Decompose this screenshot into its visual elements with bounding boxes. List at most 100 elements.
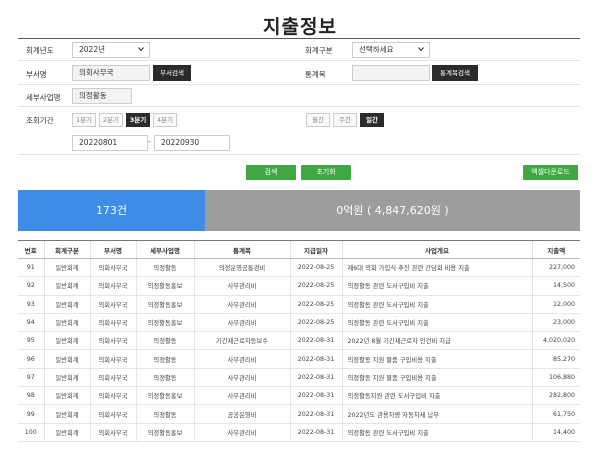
col-header-account: 회계구분 (43, 240, 90, 259)
cell-date: 2022-08-31 (289, 331, 342, 351)
cell-account: 일반회계 (43, 276, 90, 296)
cell-dept: 의회사무국 (89, 276, 136, 296)
cell-summary: 제6대 의회 가입식 추진 관련 간담회 비용 지출 (341, 258, 532, 278)
cell-account: 일반회계 (43, 313, 90, 333)
quarter-2-button[interactable]: 2분기 (99, 113, 123, 127)
summary-bar: 173건 0억원 ( 4,847,620원 ) (18, 190, 580, 231)
result-count: 173건 (18, 190, 205, 231)
col-header-no: 번호 (18, 240, 44, 259)
cell-stat: 사무관리비 (193, 313, 290, 333)
cell-no: 98 (18, 386, 44, 406)
cell-account: 일반회계 (43, 368, 90, 388)
date-separator: - (148, 137, 151, 146)
table-row[interactable]: 94 일반회계 의회사무국 의정활동홍보 사무관리비 2022-08-25 의정… (18, 313, 580, 333)
table-row[interactable]: 95 일반회계 의회사무국 의정활동 기간제근로자등보수 2022-08-31 … (18, 331, 580, 351)
cell-date: 2022-08-31 (289, 349, 342, 369)
table-row[interactable]: 91 일반회계 의회사무국 의정활동 의정운영공통경비 2022-08-25 제… (18, 258, 580, 278)
quarter-3-button[interactable]: 3분기 (126, 113, 150, 127)
year-select-value: 2022년 (79, 45, 105, 54)
cell-date: 2022-08-31 (289, 404, 342, 424)
stat-input[interactable] (352, 65, 430, 81)
cell-stat: 의정운영공통경비 (193, 258, 290, 278)
cell-detail: 의정활동홍보 (135, 313, 194, 333)
table-row[interactable]: 100 일반회계 의회사무국 의정활동홍보 사무관리비 2022-08-31 의… (18, 423, 580, 442)
cell-dept: 의회사무국 (89, 258, 136, 278)
cell-no: 100 (18, 423, 44, 442)
cell-no: 94 (18, 313, 44, 333)
stat-label: 통계목 (305, 70, 326, 79)
cell-detail: 의정활동 (135, 258, 194, 278)
cell-dept: 의회사무국 (89, 404, 136, 424)
col-header-date: 지급일자 (289, 240, 342, 259)
cell-dept: 의회사무국 (89, 368, 136, 388)
cell-amount: 12,000 (531, 295, 580, 314)
cell-stat: 사무관리비 (193, 276, 290, 296)
stat-search-button[interactable]: 통계목검색 (432, 65, 478, 81)
table-row[interactable]: 93 일반회계 의회사무국 의정활동홍보 사무관리비 2022-08-25 의정… (18, 295, 580, 314)
quarter-1-button[interactable]: 1분기 (72, 113, 96, 127)
cell-detail: 의정활동홍보 (135, 295, 194, 314)
cell-no: 91 (18, 258, 44, 278)
cell-summary: 의정활동 관련 도서구입비 지출 (341, 295, 532, 314)
dept-label: 부서명 (26, 70, 47, 79)
cell-date: 2022-08-31 (289, 386, 342, 406)
cell-summary: 의정활동 관련 도서구입비 지출 (341, 313, 532, 333)
chevron-down-icon (418, 46, 424, 52)
excel-download-button[interactable]: 엑셀다운로드 (523, 165, 578, 180)
weekly-button[interactable]: 주간 (333, 113, 357, 127)
cell-amount: 227,000 (531, 258, 580, 278)
search-button[interactable]: 검색 (246, 165, 296, 180)
account-select[interactable]: 선택하세요 (352, 42, 430, 58)
date-to-input[interactable]: 20220930 (154, 135, 230, 151)
dept-input[interactable]: 의회사무국 (72, 65, 150, 81)
cell-account: 일반회계 (43, 295, 90, 314)
cell-dept: 의회사무국 (89, 423, 136, 442)
cell-summary: 의정활동 지원 물품 구입비용 지출 (341, 349, 532, 369)
col-header-summary: 사업개요 (341, 240, 532, 259)
year-select[interactable]: 2022년 (72, 42, 150, 58)
cell-stat: 사무관리비 (193, 386, 290, 406)
cell-account: 일반회계 (43, 423, 90, 442)
cell-stat: 사무관리비 (193, 295, 290, 314)
cell-no: 95 (18, 331, 44, 351)
table-row[interactable]: 99 일반회계 의회사무국 의정활동 공공운영비 2022-08-31 2022… (18, 404, 580, 424)
cell-summary: 의정활동 관련 도서구입비 지출 (341, 276, 532, 296)
cell-amount: 4,020,020 (531, 331, 580, 351)
col-header-dept: 부서명 (89, 240, 136, 259)
quarter-4-button[interactable]: 4분기 (153, 113, 177, 127)
cell-account: 일반회계 (43, 349, 90, 369)
date-from-input[interactable]: 20220801 (72, 135, 148, 151)
cell-dept: 의회사무국 (89, 313, 136, 333)
cell-summary: 의정활동지원 관련 도서구입비 지출 (341, 386, 532, 406)
detail-input[interactable]: 의정활동 (72, 88, 132, 104)
cell-summary: 2022년 8월 기간제근로자 인건비 지급 (341, 331, 532, 351)
cell-no: 96 (18, 349, 44, 369)
reset-button[interactable]: 초기화 (301, 165, 351, 180)
col-header-amount: 지출액 (531, 240, 580, 259)
cell-stat: 사무관리비 (193, 349, 290, 369)
cell-amount: 23,000 (531, 313, 580, 333)
cell-account: 일반회계 (43, 404, 90, 424)
chevron-down-icon (138, 46, 144, 52)
monthly-button[interactable]: 월간 (306, 113, 330, 127)
cell-stat: 사무관리비 (193, 423, 290, 442)
table-row[interactable]: 96 일반회계 의회사무국 의정활동 사무관리비 2022-08-31 의정활동… (18, 349, 580, 369)
cell-account: 일반회계 (43, 386, 90, 406)
col-header-detail: 세부사업명 (135, 240, 194, 259)
total-amount: 0억원 ( 4,847,620원 ) (205, 190, 580, 231)
year-label: 회계년도 (26, 46, 54, 55)
cell-dept: 의회사무국 (89, 386, 136, 406)
cell-dept: 의회사무국 (89, 331, 136, 351)
cell-date: 2022-08-31 (289, 423, 342, 442)
dept-search-button[interactable]: 부서검색 (153, 65, 191, 81)
daily-button[interactable]: 일간 (360, 113, 384, 127)
cell-amount: 85,270 (531, 349, 580, 369)
cell-detail: 의정활동홍보 (135, 386, 194, 406)
cell-detail: 의정활동 (135, 349, 194, 369)
cell-stat: 사무관리비 (193, 368, 290, 388)
table-row[interactable]: 92 일반회계 의회사무국 의정활동홍보 사무관리비 2022-08-25 의정… (18, 276, 580, 296)
cell-detail: 의정활동 (135, 368, 194, 388)
cell-stat: 공공운영비 (193, 404, 290, 424)
table-row[interactable]: 98 일반회계 의회사무국 의정활동홍보 사무관리비 2022-08-31 의정… (18, 386, 580, 406)
table-row[interactable]: 97 일반회계 의회사무국 의정활동 사무관리비 2022-08-31 의정활동… (18, 368, 580, 388)
